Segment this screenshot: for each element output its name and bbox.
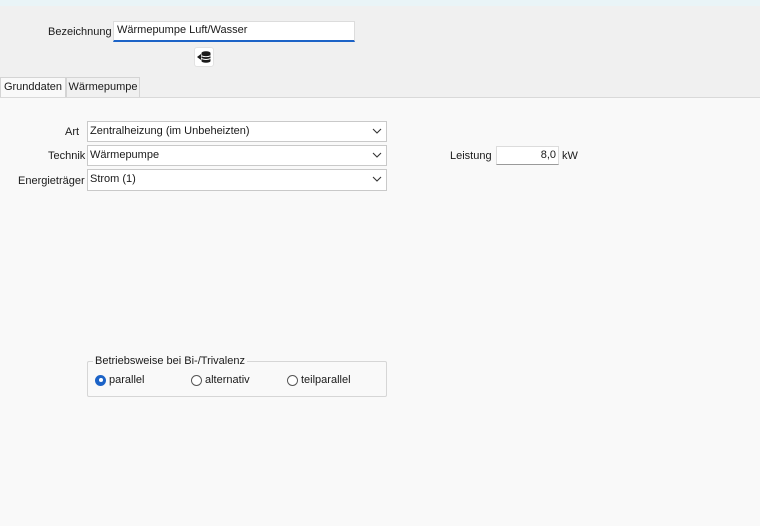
radio-selected-icon	[95, 374, 106, 386]
tab-bar: Grunddaten Wärmepumpe	[0, 77, 760, 98]
chevron-down-icon	[372, 176, 382, 182]
leistung-label: Leistung	[450, 150, 492, 162]
radio-parallel[interactable]: parallel	[95, 374, 144, 386]
radio-unselected-icon	[191, 374, 202, 386]
radio-alternativ[interactable]: alternativ	[191, 374, 250, 386]
leistung-unit: kW	[562, 150, 578, 162]
database-arrow-icon	[197, 51, 211, 63]
radio-teilparallel[interactable]: teilparallel	[287, 374, 351, 386]
art-select[interactable]: Zentralheizung (im Unbeheizten)	[87, 121, 387, 142]
leistung-input[interactable]: 8,0	[496, 146, 559, 165]
database-button[interactable]	[194, 47, 214, 67]
art-select-value: Zentralheizung (im Unbeheizten)	[90, 125, 250, 137]
energietraeger-select-value: Strom (1)	[90, 173, 136, 185]
tab-waermepumpe[interactable]: Wärmepumpe	[66, 77, 140, 97]
technik-label: Technik	[48, 150, 86, 162]
radio-unselected-icon	[287, 374, 298, 386]
bezeichnung-label: Bezeichnung	[48, 26, 112, 38]
tab-divider	[0, 97, 760, 98]
tab-grunddaten[interactable]: Grunddaten	[0, 77, 66, 98]
radio-parallel-label: parallel	[109, 374, 145, 386]
radio-alternativ-label: alternativ	[205, 374, 250, 386]
radio-teilparallel-label: teilparallel	[301, 374, 351, 386]
energietraeger-select[interactable]: Strom (1)	[87, 169, 387, 191]
betriebsweise-title: Betriebsweise bei Bi-/Trivalenz	[93, 355, 247, 368]
chevron-down-icon	[372, 152, 382, 158]
art-label: Art	[65, 126, 80, 138]
bezeichnung-input[interactable]: Wärmepumpe Luft/Wasser	[113, 21, 355, 42]
technik-select-value: Wärmepumpe	[90, 149, 160, 161]
chevron-down-icon	[372, 128, 382, 134]
energietraeger-label: Energieträger	[18, 175, 85, 187]
technik-select[interactable]: Wärmepumpe	[87, 145, 387, 166]
